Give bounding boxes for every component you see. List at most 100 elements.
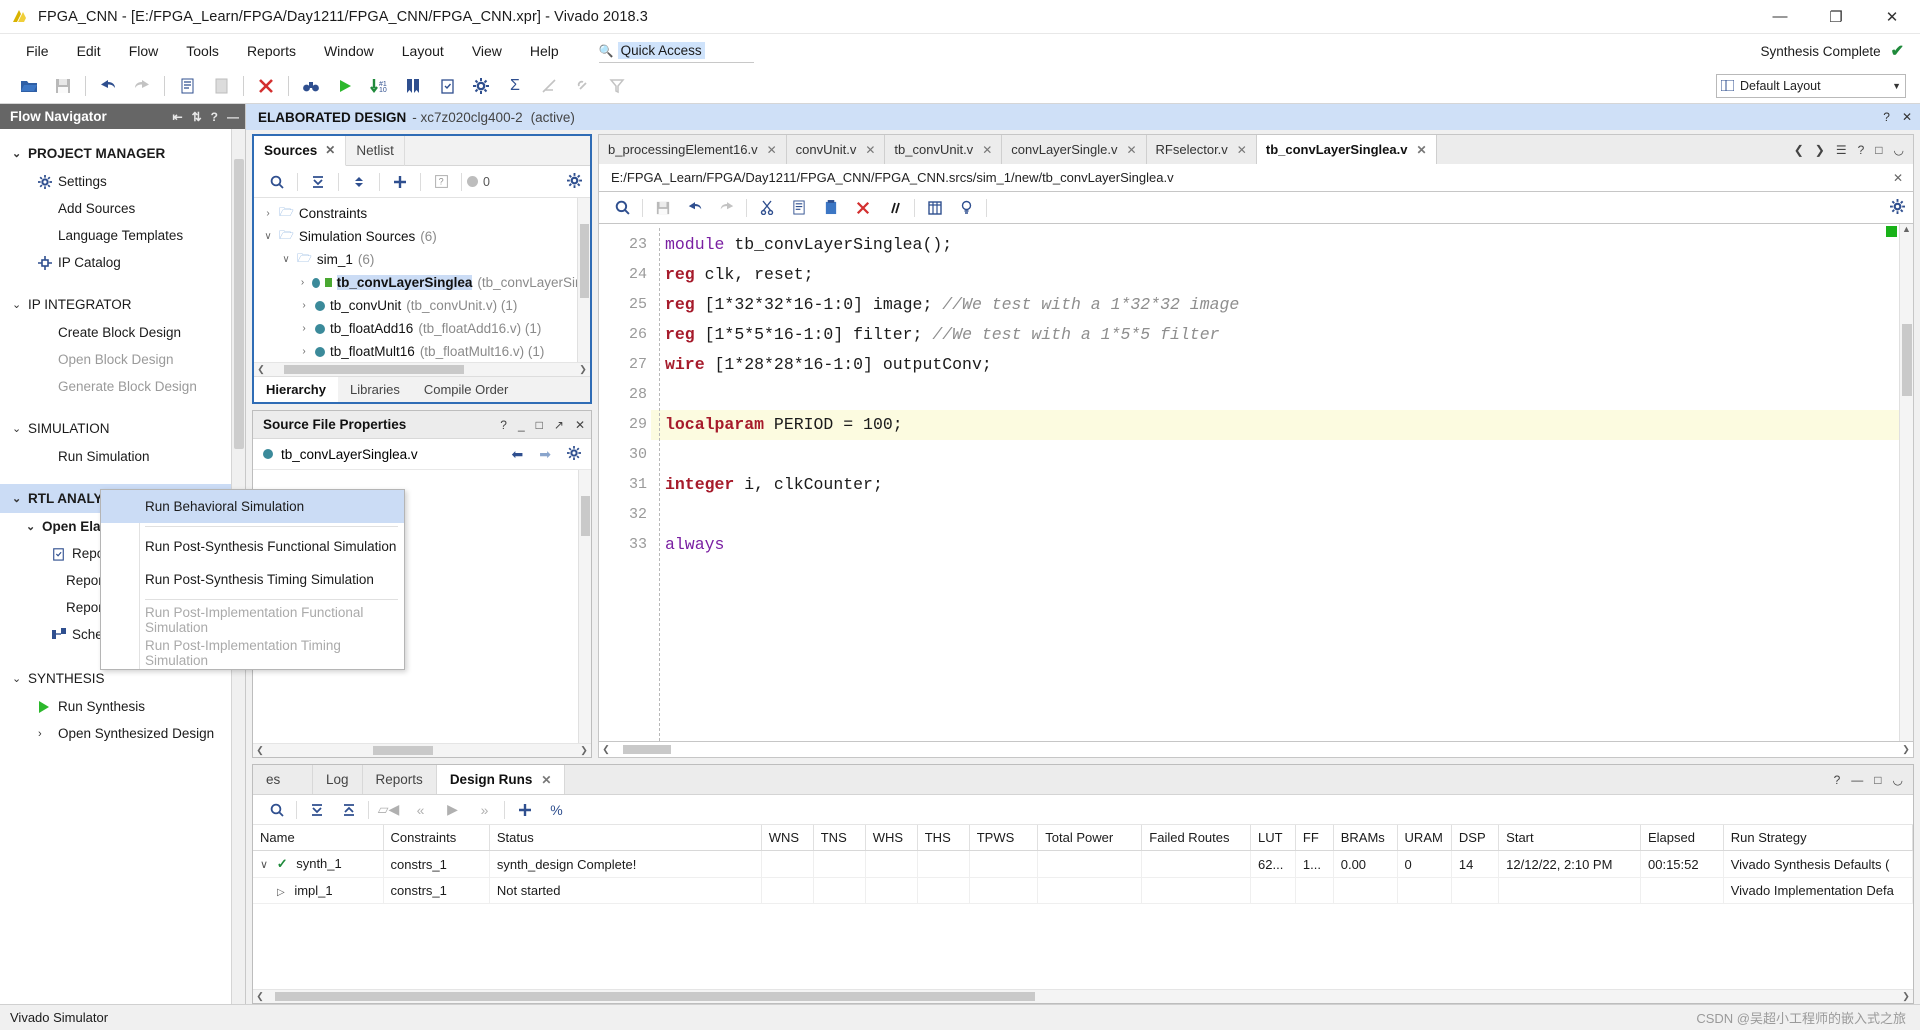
tree-row-sim1[interactable]: ∨ 🗁 sim_1 (6) bbox=[254, 248, 590, 271]
save-icon[interactable] bbox=[46, 71, 80, 101]
table-row[interactable]: ∨ ✓ synth_1 constrs_1 synth_design Compl… bbox=[253, 850, 1914, 878]
binoculars-icon[interactable] bbox=[294, 71, 328, 101]
save-icon[interactable] bbox=[647, 195, 678, 221]
open-project-icon[interactable] bbox=[12, 71, 46, 101]
menu-view[interactable]: View bbox=[458, 40, 516, 62]
menu-item-run-post-synthesis-functional-simulation[interactable]: Run Post-Synthesis Functional Simulation bbox=[101, 530, 404, 563]
scroll-right-icon[interactable]: ❯ bbox=[576, 364, 590, 375]
close-icon[interactable]: ✕ bbox=[1126, 143, 1136, 157]
column-header-whs[interactable]: WHS bbox=[865, 825, 918, 851]
tab-reports[interactable]: Reports bbox=[363, 765, 437, 794]
help-icon[interactable]: ? bbox=[426, 169, 456, 195]
close-icon[interactable]: ✕ bbox=[1893, 171, 1913, 185]
quick-access-input[interactable]: Quick Access bbox=[617, 42, 705, 59]
close-icon[interactable]: ✕ bbox=[541, 773, 551, 787]
tab-netlist[interactable]: Netlist bbox=[346, 135, 405, 166]
search-icon[interactable] bbox=[607, 195, 638, 221]
tree-row-tb-convunit[interactable]: › tb_convUnit (tb_convUnit.v) (1) bbox=[254, 294, 590, 317]
reset-run-icon[interactable]: ▱◀ bbox=[373, 797, 404, 823]
column-header-dsp[interactable]: DSP bbox=[1451, 825, 1500, 851]
close-icon[interactable]: ✕ bbox=[325, 143, 335, 157]
tab-messages[interactable]: es bbox=[253, 765, 313, 794]
close-icon[interactable]: ✕ bbox=[575, 418, 585, 432]
chevron-down-icon[interactable]: ∨ bbox=[262, 231, 274, 242]
close-icon[interactable]: ✕ bbox=[767, 143, 777, 157]
tree-row-tb-floatadd16[interactable]: › tb_floatAdd16 (tb_floatAdd16.v) (1) bbox=[254, 317, 590, 340]
settings-gear-icon[interactable] bbox=[1890, 198, 1905, 217]
close-icon[interactable]: ✕ bbox=[982, 143, 992, 157]
help-icon[interactable]: ? bbox=[211, 110, 218, 124]
column-header-tns[interactable]: TNS bbox=[813, 825, 866, 851]
run-name-cell[interactable]: ▷ impl_1 bbox=[253, 877, 384, 904]
search-icon[interactable] bbox=[261, 797, 292, 823]
sidebar-item-run-synthesis[interactable]: Run Synthesis bbox=[0, 693, 245, 720]
scroll-left-icon[interactable]: ❮ bbox=[253, 991, 267, 1002]
minimize-button[interactable]: — bbox=[1752, 0, 1808, 34]
collapse-all-icon[interactable] bbox=[303, 169, 333, 195]
tree-horizontal-scrollbar[interactable]: ❮ ❯ bbox=[254, 362, 590, 376]
cut-icon[interactable] bbox=[751, 195, 782, 221]
tree-row-tb-convlayersinglea[interactable]: › tb_convLayerSinglea (tb_convLayerSing bbox=[254, 271, 590, 294]
tab-b-processingelement16[interactable]: b_processingElement16.v ✕ bbox=[599, 135, 787, 164]
scrollbar-thumb[interactable] bbox=[623, 745, 671, 754]
column-header-uram[interactable]: URAM bbox=[1397, 825, 1452, 851]
minimize-icon[interactable]: _ bbox=[518, 418, 525, 432]
menu-layout[interactable]: Layout bbox=[388, 40, 458, 62]
maximize-button[interactable]: ❐ bbox=[1808, 0, 1864, 34]
sidebar-item-add-sources[interactable]: Add Sources bbox=[0, 195, 245, 222]
expander-icon[interactable]: ▷ bbox=[277, 887, 285, 898]
sidebar-item-ip-catalog[interactable]: IP Catalog bbox=[0, 249, 245, 276]
column-header-ths[interactable]: THS bbox=[917, 825, 970, 851]
tree-row-tb-floatmult16[interactable]: › tb_floatMult16 (tb_floatMult16.v) (1) bbox=[254, 340, 590, 362]
collapse-all-icon[interactable] bbox=[301, 797, 332, 823]
column-header-elapsed[interactable]: Elapsed bbox=[1640, 825, 1724, 851]
chevron-right-icon[interactable]: › bbox=[298, 323, 310, 334]
chevron-right-icon[interactable]: › bbox=[298, 277, 307, 288]
sidebar-item-create-block-design[interactable]: Create Block Design bbox=[0, 319, 245, 346]
menu-tools[interactable]: Tools bbox=[172, 40, 233, 62]
float-icon[interactable]: ↗ bbox=[554, 418, 564, 432]
paste-icon[interactable] bbox=[815, 195, 846, 221]
fn-group-ip-integrator[interactable]: ⌄ IP INTEGRATOR bbox=[0, 290, 245, 319]
column-header-run-strategy[interactable]: Run Strategy bbox=[1723, 825, 1914, 851]
menu-file[interactable]: File bbox=[12, 40, 63, 62]
menu-reports[interactable]: Reports bbox=[233, 40, 310, 62]
sort-icon[interactable]: ⇅ bbox=[192, 110, 202, 124]
checklist-icon[interactable] bbox=[430, 71, 464, 101]
undo-icon[interactable] bbox=[91, 71, 125, 101]
column-header-constraints[interactable]: Constraints bbox=[383, 825, 490, 851]
tab-tb-convunit[interactable]: tb_convUnit.v ✕ bbox=[885, 135, 1003, 164]
column-header-total-power[interactable]: Total Power bbox=[1037, 825, 1143, 851]
design-runs-horizontal-scrollbar[interactable]: ❮ ❯ bbox=[253, 989, 1913, 1003]
sidebar-item-run-simulation[interactable]: Run Simulation bbox=[0, 443, 245, 470]
tab-tb-convlayersinglea[interactable]: tb_convLayerSinglea.v ✕ bbox=[1256, 135, 1437, 164]
close-icon[interactable]: ✕ bbox=[1237, 143, 1247, 157]
float-icon[interactable]: ◡ bbox=[1894, 143, 1904, 157]
settings-gear-icon[interactable] bbox=[567, 445, 581, 463]
menu-item-run-post-synthesis-timing-simulation[interactable]: Run Post-Synthesis Timing Simulation bbox=[101, 563, 404, 596]
add-sources-icon[interactable] bbox=[385, 169, 415, 195]
scroll-right-icon[interactable]: ❯ bbox=[577, 745, 591, 756]
settings-gear-icon[interactable] bbox=[464, 71, 498, 101]
scroll-left-icon[interactable]: ❮ bbox=[599, 744, 613, 755]
undo-icon[interactable] bbox=[679, 195, 710, 221]
tab-rfselector[interactable]: RFselector.v ✕ bbox=[1147, 135, 1257, 164]
tab-sources[interactable]: Sources ✕ bbox=[254, 135, 347, 166]
sidebar-item-settings[interactable]: Settings bbox=[0, 168, 245, 195]
add-run-icon[interactable] bbox=[509, 797, 540, 823]
tab-convlayersingle[interactable]: convLayerSingle.v ✕ bbox=[1002, 135, 1147, 164]
run-icon[interactable] bbox=[328, 71, 362, 101]
run-name-cell[interactable]: ∨ ✓ synth_1 bbox=[253, 850, 384, 878]
close-icon[interactable]: ✕ bbox=[1902, 110, 1912, 124]
settings-gear-icon[interactable] bbox=[567, 172, 582, 191]
code-vertical-scrollbar[interactable]: ▲ bbox=[1899, 224, 1913, 741]
menu-item-run-behavioral-simulation[interactable]: Run Behavioral Simulation bbox=[101, 490, 404, 523]
copy-icon[interactable] bbox=[170, 71, 204, 101]
chevron-down-icon[interactable]: ∨ bbox=[280, 254, 292, 265]
cancel-icon[interactable] bbox=[249, 71, 283, 101]
next-tab-icon[interactable]: ❯ bbox=[1815, 143, 1825, 157]
tree-row-constraints[interactable]: › 🗁 Constraints bbox=[254, 202, 590, 225]
scroll-right-icon[interactable]: ❯ bbox=[1899, 991, 1913, 1002]
copy-icon[interactable] bbox=[783, 195, 814, 221]
tab-design-runs[interactable]: Design Runs ✕ bbox=[436, 765, 566, 794]
